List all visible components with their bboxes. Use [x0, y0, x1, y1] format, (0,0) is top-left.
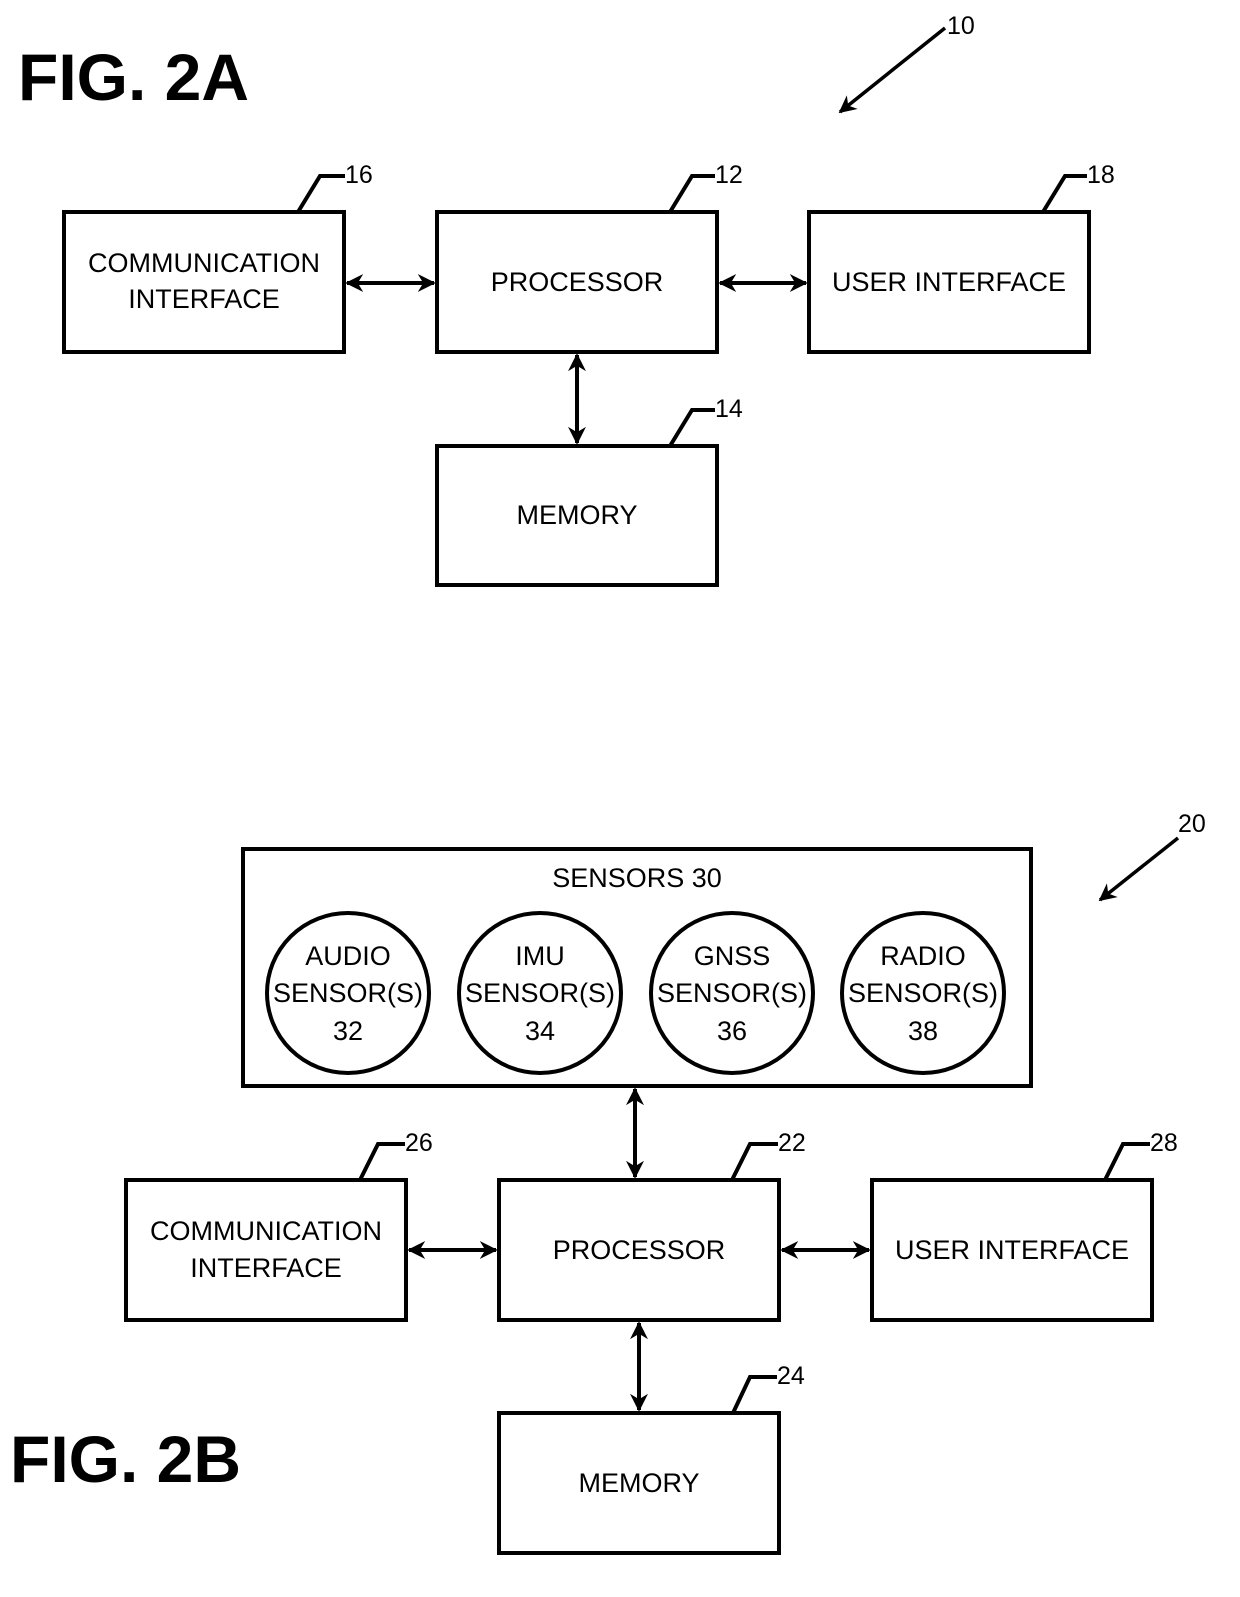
processor-box[interactable]: PROCESSOR 22: [497, 1129, 806, 1322]
sensor-type: SENSOR(S): [657, 978, 807, 1008]
box-label: PROCESSOR: [491, 267, 664, 297]
ref-number: 16: [345, 161, 373, 189]
sensor-imu[interactable]: IMU SENSOR(S) 34: [457, 911, 623, 1075]
box-label-line2: INTERFACE: [190, 1253, 342, 1283]
user-interface-box[interactable]: USER INTERFACE 28: [870, 1129, 1178, 1322]
figure-2b-ref-pointer: 20: [1098, 810, 1206, 902]
sensor-ref: 34: [525, 1016, 555, 1046]
sensor-type: SENSOR(S): [273, 978, 423, 1008]
ref-number: 18: [1087, 161, 1115, 189]
pointer-arrow-icon: [1098, 836, 1180, 902]
figure-2b-title: FIG. 2B: [10, 1422, 241, 1496]
figure-2b: 20 SENSORS 30 AUDIO SENSOR(S) 32 IMU SEN…: [10, 810, 1206, 1555]
sensor-name: AUDIO: [305, 941, 391, 971]
leader-line: [668, 174, 715, 214]
sensor-name: IMU: [515, 941, 565, 971]
sensor-ref: 38: [908, 1016, 938, 1046]
leader-line: [1041, 174, 1087, 214]
box-label-line2: INTERFACE: [128, 284, 280, 314]
ref-number: 14: [715, 395, 743, 423]
leader-line: [731, 1375, 777, 1414]
leader-line: [296, 174, 345, 214]
figure-2a-title: FIG. 2A: [18, 40, 249, 114]
sensor-name: GNSS: [694, 941, 771, 971]
sensor-radio[interactable]: RADIO SENSOR(S) 38: [840, 911, 1006, 1075]
ref-number: 10: [947, 12, 975, 40]
patent-figure-canvas: FIG. 2A 10 COMMUNICATION INTERFACE 16 PR…: [10, 12, 1206, 1555]
leader-line: [730, 1142, 778, 1181]
sensor-name: RADIO: [880, 941, 966, 971]
sensors-label: SENSORS 30: [552, 863, 722, 893]
ref-number: 20: [1178, 810, 1206, 838]
memory-box[interactable]: MEMORY 24: [497, 1362, 805, 1555]
sensor-type: SENSOR(S): [848, 978, 998, 1008]
ref-number: 24: [777, 1362, 805, 1390]
box-label: MEMORY: [578, 1468, 699, 1498]
box-label: USER INTERFACE: [832, 267, 1066, 297]
pointer-arrow-icon: [838, 26, 947, 114]
sensor-audio[interactable]: AUDIO SENSOR(S) 32: [265, 911, 431, 1075]
ref-number: 12: [715, 161, 743, 189]
box-label-line1: COMMUNICATION: [88, 248, 320, 278]
processor-box[interactable]: PROCESSOR 12: [435, 161, 743, 354]
figure-2a-ref-pointer: 10: [838, 12, 975, 114]
box-label: PROCESSOR: [553, 1235, 726, 1265]
ref-number: 26: [405, 1129, 433, 1157]
communication-interface-box[interactable]: COMMUNICATION INTERFACE 26: [124, 1129, 433, 1322]
sensor-ref: 32: [333, 1016, 363, 1046]
box-label: MEMORY: [516, 500, 637, 530]
sensor-ref: 36: [717, 1016, 747, 1046]
user-interface-box[interactable]: USER INTERFACE 18: [807, 161, 1115, 354]
leader-line: [358, 1142, 405, 1181]
sensor-type: SENSOR(S): [465, 978, 615, 1008]
communication-interface-box[interactable]: COMMUNICATION INTERFACE 16: [62, 161, 373, 354]
leader-line: [668, 408, 715, 448]
box-label: USER INTERFACE: [895, 1235, 1129, 1265]
memory-box[interactable]: MEMORY 14: [435, 395, 743, 587]
leader-line: [1103, 1142, 1150, 1181]
box-label-line1: COMMUNICATION: [150, 1216, 382, 1246]
ref-number: 22: [778, 1129, 806, 1157]
sensors-container[interactable]: SENSORS 30 AUDIO SENSOR(S) 32 IMU SENSOR…: [241, 847, 1033, 1088]
figure-2a: FIG. 2A 10 COMMUNICATION INTERFACE 16 PR…: [18, 12, 1115, 587]
ref-number: 28: [1150, 1129, 1178, 1157]
sensor-gnss[interactable]: GNSS SENSOR(S) 36: [649, 911, 815, 1075]
